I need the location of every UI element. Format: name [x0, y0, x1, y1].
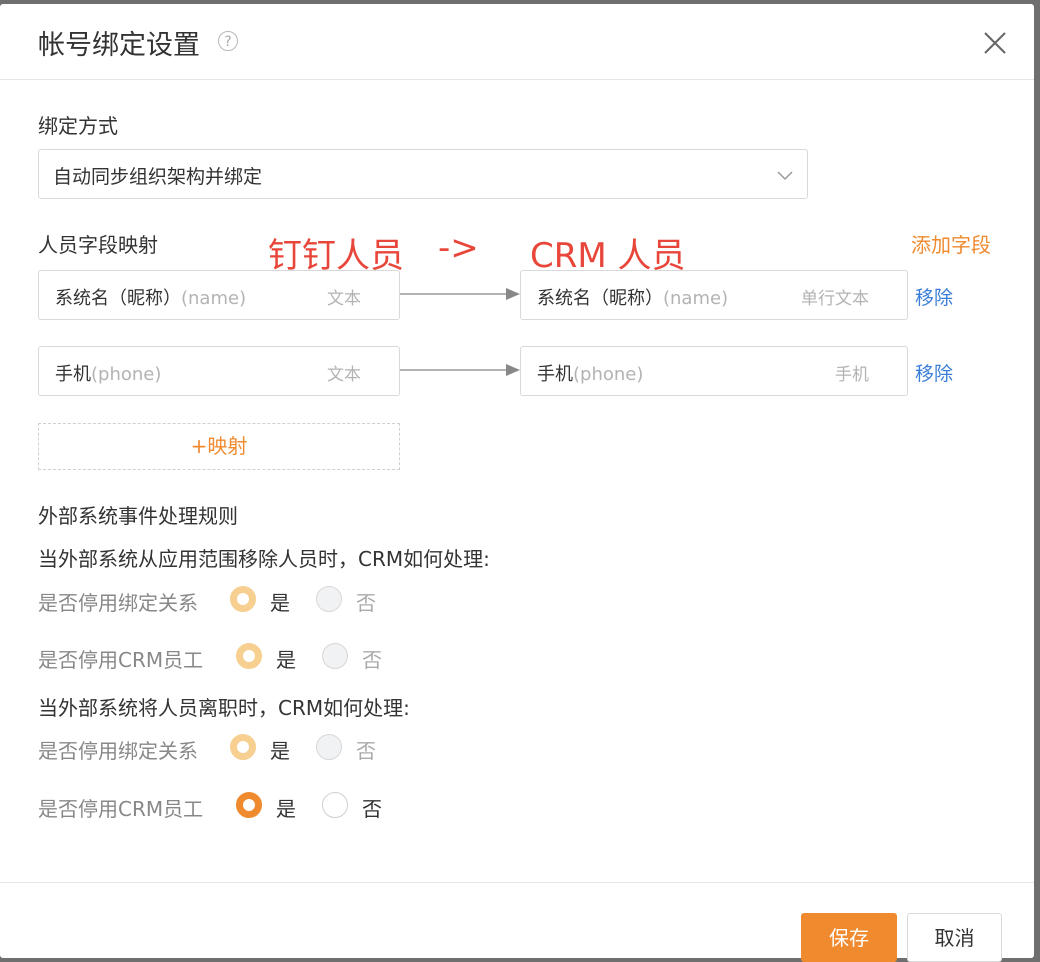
radio-yes-label: 是: [270, 739, 290, 763]
account-binding-dialog: 帐号绑定设置 ? 绑定方式 自动同步组织架构并绑定 人员字段映射 钉钉人员 ->…: [0, 4, 1034, 958]
left-field-label: 系统名（昵称）: [55, 288, 181, 309]
dialog-header: 帐号绑定设置 ?: [0, 4, 1034, 80]
annotation-arrow: ->: [438, 228, 479, 268]
remove-mapping-link[interactable]: 移除: [915, 283, 953, 310]
left-field-code: (name): [181, 288, 247, 309]
field-mapping-label: 人员字段映射: [38, 233, 158, 257]
cancel-button[interactable]: 取消: [907, 913, 1002, 962]
left-field-code: (phone): [91, 364, 162, 385]
add-mapping-button[interactable]: +映射: [38, 423, 400, 470]
radio-no-label: 否: [356, 739, 376, 763]
radio-yes[interactable]: [236, 643, 262, 669]
binding-method-select[interactable]: 自动同步组织架构并绑定: [38, 149, 808, 199]
right-field-code: (phone): [573, 364, 644, 385]
dialog-title: 帐号绑定设置: [38, 30, 200, 61]
chevron-down-icon: [777, 171, 793, 181]
radio-no[interactable]: [322, 643, 348, 669]
radio-yes[interactable]: [230, 734, 256, 760]
right-field-type: 手机: [835, 365, 869, 385]
remove-mapping-link[interactable]: 移除: [915, 359, 953, 386]
radio-yes[interactable]: [230, 586, 256, 612]
binding-method-label: 绑定方式: [38, 114, 118, 138]
radio-yes-label: 是: [276, 648, 296, 672]
option-label: 是否停用绑定关系: [38, 591, 198, 615]
radio-yes-label: 是: [276, 797, 296, 821]
option-label: 是否停用CRM员工: [38, 648, 204, 672]
save-button[interactable]: 保存: [801, 913, 897, 962]
right-field-code: (name): [663, 288, 729, 309]
rule-question-resign: 当外部系统将人员离职时，CRM如何处理:: [38, 696, 410, 720]
arrow-right-icon: [400, 364, 520, 376]
right-field-phone[interactable]: 手机(phone) 手机: [520, 346, 908, 396]
question-circle-icon[interactable]: ?: [218, 31, 238, 51]
option-label: 是否停用绑定关系: [38, 739, 198, 763]
option-label: 是否停用CRM员工: [38, 797, 204, 821]
add-field-link[interactable]: 添加字段: [911, 229, 991, 258]
radio-no[interactable]: [316, 734, 342, 760]
right-field-label: 系统名（昵称）: [537, 288, 663, 309]
arrow-right-icon: [400, 288, 520, 300]
radio-yes-label: 是: [270, 591, 290, 615]
event-rules-label: 外部系统事件处理规则: [38, 504, 238, 528]
radio-no-label: 否: [356, 591, 376, 615]
left-field-type: 文本: [327, 365, 361, 385]
right-field-type: 单行文本: [801, 289, 869, 309]
close-icon[interactable]: [980, 28, 1010, 58]
radio-no-label: 否: [362, 797, 382, 821]
left-field-type: 文本: [327, 289, 361, 309]
rule-question-remove: 当外部系统从应用范围移除人员时，CRM如何处理:: [38, 547, 490, 571]
binding-method-value: 自动同步组织架构并绑定: [53, 166, 263, 188]
right-field-name[interactable]: 系统名（昵称）(name) 单行文本: [520, 270, 908, 320]
radio-no[interactable]: [322, 792, 348, 818]
right-field-label: 手机: [537, 364, 573, 385]
radio-no-label: 否: [362, 648, 382, 672]
left-field-label: 手机: [55, 364, 91, 385]
left-field-name[interactable]: 系统名（昵称）(name) 文本: [38, 270, 400, 320]
left-field-phone[interactable]: 手机(phone) 文本: [38, 346, 400, 396]
radio-no[interactable]: [316, 586, 342, 612]
radio-yes[interactable]: [236, 792, 262, 818]
